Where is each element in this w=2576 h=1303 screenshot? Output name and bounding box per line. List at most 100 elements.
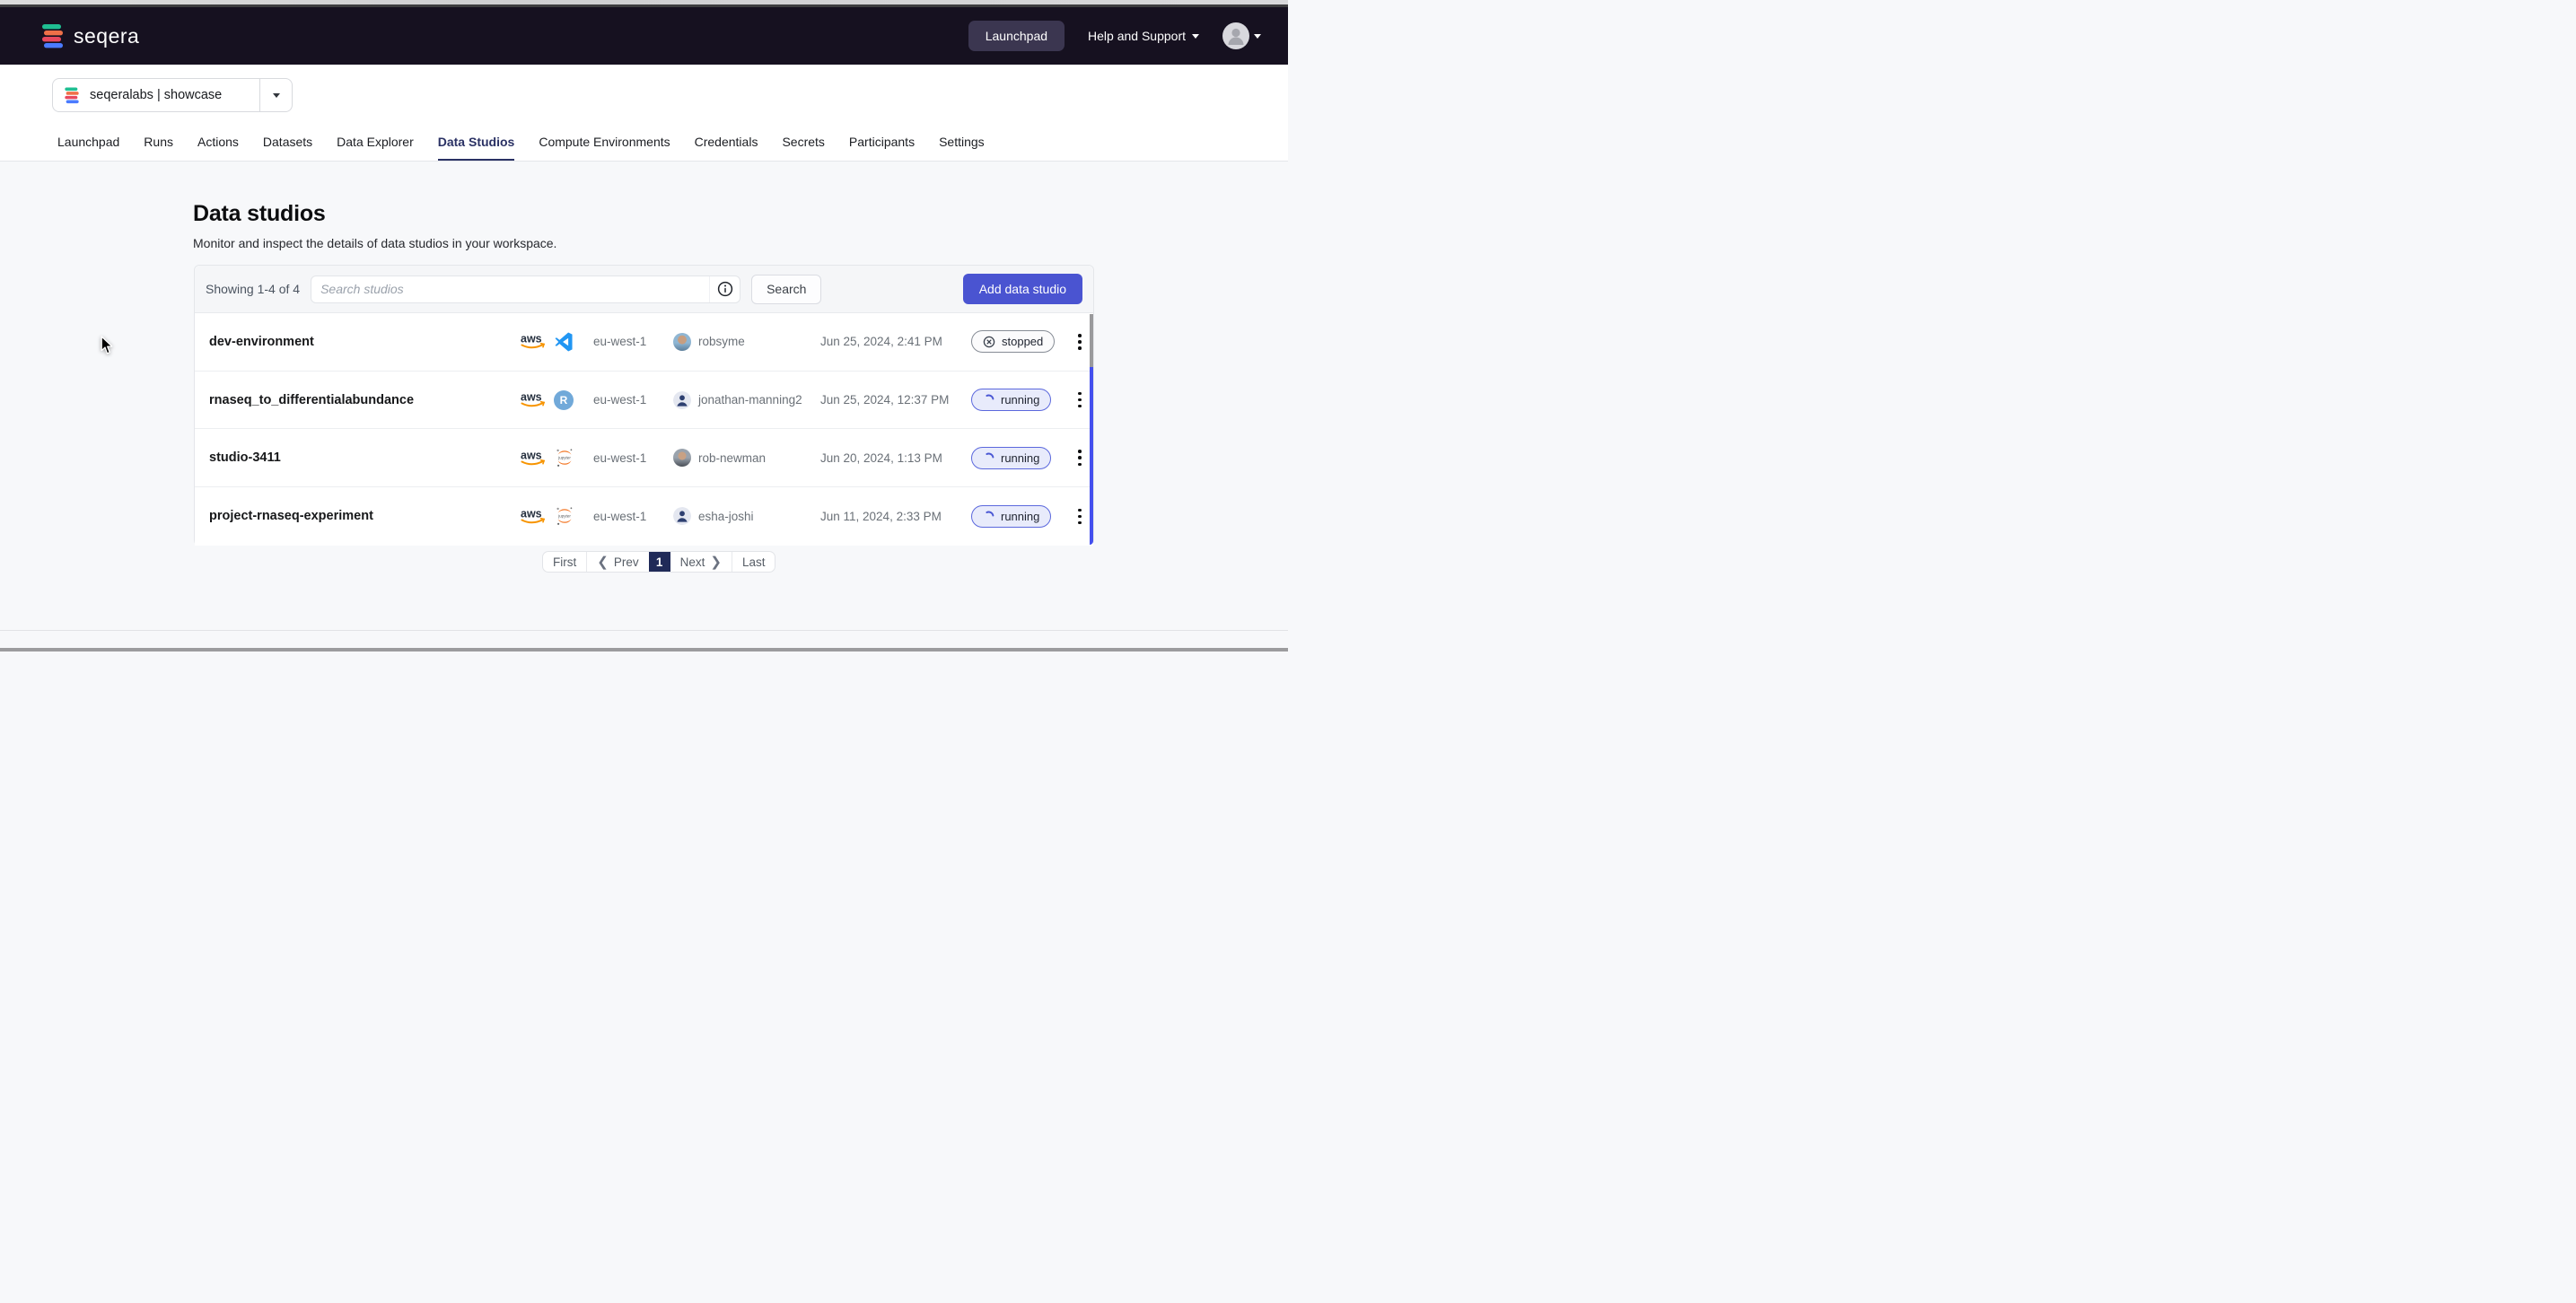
status-label: running [1001,393,1039,407]
showing-count: Showing 1-4 of 4 [206,282,300,296]
status-badge: running [971,389,1051,411]
status-label: running [1001,510,1039,523]
username-label: rob-newman [698,451,766,465]
table-toolbar: Showing 1-4 of 4 Search Add data studio [195,266,1093,313]
aws-icon: aws [520,507,548,526]
table-row: studio-3411aws jupyter eu-west-1 rob-newman… [195,429,1093,487]
pagination-prev-label: Prev [614,555,639,569]
user-avatar-photo [673,449,691,467]
chevron-right-icon: ❯ [710,555,722,569]
studio-name-link[interactable]: rnaseq_to_differentialabundance [209,393,520,407]
row-actions-kebab-menu[interactable] [1072,392,1088,408]
chevron-down-icon [273,93,280,98]
page-title: Data studios [193,201,326,227]
svg-text:jupyter: jupyter [557,456,571,460]
studio-name-link[interactable]: project-rnaseq-experiment [209,509,520,523]
info-icon[interactable] [709,276,740,302]
created-date-label: Jun 20, 2024, 1:13 PM [820,451,971,465]
pagination: First ❮ Prev 1 Next ❯ Last [542,551,775,573]
vscode-icon [554,332,574,352]
user-cell: rob-newman [673,449,820,467]
scrollbar-thumb[interactable] [1090,314,1093,367]
provider-app-icons: aws [520,332,593,352]
scrollbar-track-blue [1090,367,1093,545]
table-row: rnaseq_to_differentialabundanceawsReu-we… [195,372,1093,430]
tab-compute-environments[interactable]: Compute Environments [539,135,670,162]
aws-icon: aws [520,332,548,351]
pagination-first[interactable]: First [543,552,586,572]
aws-icon: aws [520,449,548,468]
running-spinner-icon [983,452,994,464]
row-actions-kebab-menu[interactable] [1072,334,1088,350]
studio-name-link[interactable]: dev-environment [209,335,520,349]
table-row: dev-environmentawseu-west-1robsymeJun 25… [195,313,1093,372]
search-button[interactable]: Search [751,275,821,304]
created-date-label: Jun 25, 2024, 12:37 PM [820,393,971,407]
tab-actions[interactable]: Actions [197,135,239,162]
provider-app-icons: aws R [520,390,593,410]
provider-app-icons: aws jupyter [520,447,593,468]
username-label: jonathan-manning2 [698,393,802,407]
tab-data-studios[interactable]: Data Studios [438,135,515,162]
created-date-label: Jun 11, 2024, 2:33 PM [820,510,971,523]
created-date-label: Jun 25, 2024, 2:41 PM [820,335,971,348]
region-label: eu-west-1 [593,451,673,465]
tab-data-explorer[interactable]: Data Explorer [337,135,414,162]
pagination-last[interactable]: Last [732,552,775,572]
seqera-brand[interactable]: seqera [40,22,139,50]
status-badge: running [971,505,1051,528]
chevron-left-icon: ❮ [597,555,609,569]
studios-table-body: dev-environmentawseu-west-1robsymeJun 25… [195,313,1093,546]
workspace-tabs: Launchpad Runs Actions Datasets Data Explore… [57,135,985,162]
search-input-group [311,275,740,303]
user-cell: jonathan-manning2 [673,391,820,409]
workspace-dropdown-toggle[interactable] [259,79,292,111]
tab-credentials[interactable]: Credentials [695,135,758,162]
status-badge: stopped [971,330,1055,353]
pagination-current-page[interactable]: 1 [649,552,670,572]
svg-text:aws: aws [521,507,542,520]
workspace-label: seqeralabs | showcase [90,88,259,102]
svg-text:aws: aws [521,391,542,404]
svg-text:aws: aws [521,333,542,345]
tab-launchpad[interactable]: Launchpad [57,135,119,162]
brand-text: seqera [74,24,139,48]
help-label: Help and Support [1088,29,1186,43]
launchpad-button[interactable]: Launchpad [968,21,1065,51]
user-cell: esha-joshi [673,507,820,525]
search-input[interactable] [311,282,709,296]
top-navbar: seqera Launchpad Help and Support [0,7,1288,65]
status-label: running [1001,451,1039,465]
row-actions-kebab-menu[interactable] [1072,450,1088,466]
footer-divider [0,630,1288,631]
add-data-studio-button[interactable]: Add data studio [963,274,1082,304]
tab-settings[interactable]: Settings [939,135,985,162]
browser-bottom-strip [0,648,1288,652]
tab-secrets[interactable]: Secrets [782,135,824,162]
help-and-support-menu[interactable]: Help and Support [1088,29,1199,43]
table-scrollbar[interactable] [1090,314,1093,545]
tab-datasets[interactable]: Datasets [263,135,312,162]
user-menu[interactable] [1222,22,1261,49]
aws-icon: aws [520,390,548,409]
stopped-circle-x-icon [983,336,995,348]
running-spinner-icon [983,511,994,522]
person-icon [1222,22,1249,49]
region-label: eu-west-1 [593,335,673,348]
row-actions-kebab-menu[interactable] [1072,509,1088,525]
avatar [1222,22,1249,49]
user-avatar-generic-icon [673,391,691,409]
pagination-next[interactable]: Next ❯ [670,552,732,572]
jupyter-icon: jupyter [554,447,575,468]
studio-name-link[interactable]: studio-3411 [209,450,520,465]
region-label: eu-west-1 [593,510,673,523]
running-spinner-icon [983,394,994,406]
tab-runs[interactable]: Runs [144,135,173,162]
rstudio-icon: R [554,390,574,410]
svg-text:aws: aws [521,449,542,461]
workspace-logo-icon [64,86,80,105]
jupyter-icon: jupyter [554,505,575,527]
workspace-selector[interactable]: seqeralabs | showcase [52,78,293,112]
tab-participants[interactable]: Participants [849,135,915,162]
pagination-prev[interactable]: ❮ Prev [587,552,648,572]
